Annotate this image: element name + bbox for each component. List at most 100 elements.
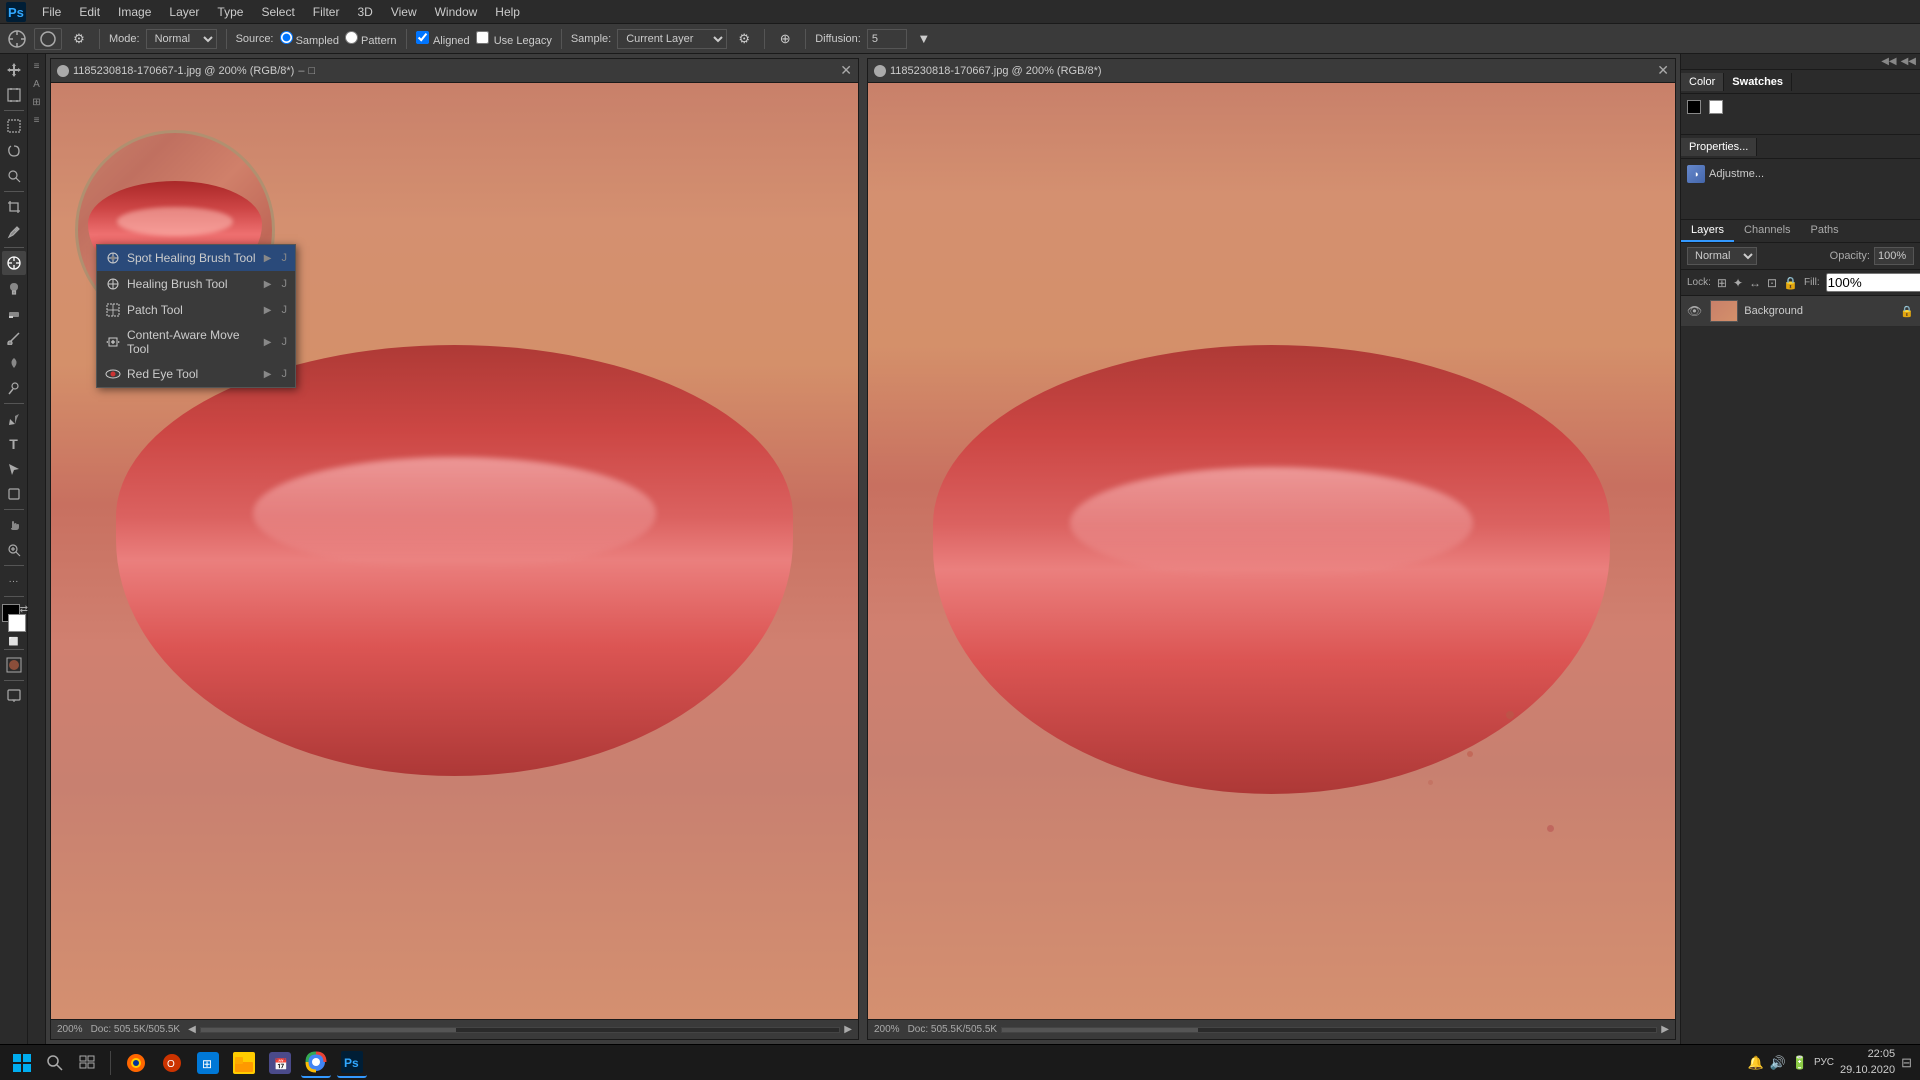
flyout-healing-brush[interactable]: Healing Brush Tool ▶ J (97, 271, 295, 297)
menu-filter[interactable]: Filter (305, 3, 348, 21)
quick-select-tool[interactable] (2, 164, 26, 188)
blend-mode-dropdown[interactable]: Normal Dissolve Multiply (1687, 247, 1757, 265)
doc-1-minimize[interactable]: – (298, 65, 304, 77)
doc-2-nav-right[interactable]: ▶ (1661, 1024, 1669, 1035)
eraser-tool[interactable] (2, 301, 26, 325)
pen-tool[interactable] (2, 407, 26, 431)
menu-layer[interactable]: Layer (161, 3, 207, 21)
crop-tool[interactable] (2, 195, 26, 219)
blur-tool[interactable] (2, 351, 26, 375)
taskbar-store[interactable]: ⊞ (193, 1048, 223, 1078)
menu-file[interactable]: File (34, 3, 69, 21)
menu-3d[interactable]: 3D (349, 3, 380, 21)
paths-tab[interactable]: Paths (1801, 220, 1849, 242)
background-color[interactable] (8, 614, 26, 632)
eyedropper-tool[interactable] (2, 220, 26, 244)
opacity-input[interactable] (1874, 247, 1914, 265)
default-colors[interactable]: ⬜ (9, 637, 19, 646)
menu-image[interactable]: Image (110, 3, 159, 21)
lock-all-icon[interactable]: 🔒 (1783, 276, 1798, 290)
lock-transparent-icon[interactable]: ⊞ (1717, 276, 1727, 290)
swatches-tab[interactable]: Swatches (1724, 73, 1792, 91)
menu-help[interactable]: Help (487, 3, 528, 21)
menu-edit[interactable]: Edit (71, 3, 108, 21)
menu-type[interactable]: Type (209, 3, 251, 21)
doc-1-maximize[interactable]: □ (308, 65, 315, 77)
side-icon-4[interactable]: ≡ (29, 112, 45, 128)
layer-row-background[interactable]: 👁 Background 🔒 (1681, 296, 1920, 327)
taskbar-explorer[interactable] (229, 1048, 259, 1078)
diffusion-input[interactable] (867, 29, 907, 49)
lock-image-icon[interactable]: ✦ (1733, 276, 1743, 290)
menu-view[interactable]: View (383, 3, 425, 21)
aligned-checkbox[interactable] (416, 31, 429, 44)
more-tools[interactable]: ··· (2, 569, 26, 593)
channels-tab[interactable]: Channels (1734, 220, 1800, 242)
healing-brush-tool[interactable] (2, 251, 26, 275)
tray-battery[interactable]: 🔋 (1792, 1055, 1808, 1071)
menu-select[interactable]: Select (253, 3, 302, 21)
fill-input[interactable] (1826, 273, 1920, 292)
tray-action-center[interactable]: ⊟ (1901, 1055, 1912, 1071)
layers-tab[interactable]: Layers (1681, 220, 1734, 242)
lock-position-icon[interactable]: ↔ (1749, 276, 1761, 290)
brush-tool[interactable] (2, 326, 26, 350)
fg-color-swatch[interactable] (1687, 100, 1701, 114)
type-tool[interactable]: T (2, 432, 26, 456)
side-icon-3[interactable]: ⊞ (29, 94, 45, 110)
windows-start-button[interactable] (8, 1049, 36, 1077)
color-tab[interactable]: Color (1681, 73, 1724, 91)
aligned-checkbox-label[interactable]: Aligned (416, 31, 470, 47)
source-pattern-label[interactable]: Pattern (345, 31, 397, 47)
taskbar-app-2[interactable]: O (157, 1048, 187, 1078)
taskbar-calc[interactable]: 📅 (265, 1048, 295, 1078)
source-pattern-radio[interactable] (345, 31, 358, 44)
doc-1-scrollbar[interactable] (200, 1027, 841, 1033)
move-tool[interactable] (2, 58, 26, 82)
use-legacy-checkbox-label[interactable]: Use Legacy (476, 31, 552, 47)
bg-color-swatch[interactable] (1709, 100, 1723, 114)
sample-settings-icon[interactable]: ⚙ (733, 28, 755, 50)
doc-1-nav-right[interactable]: ▶ (844, 1024, 852, 1035)
mode-dropdown[interactable]: Normal Replace Multiply (146, 29, 217, 49)
sample-dropdown[interactable]: Current Layer All Layers Current & Below (617, 29, 727, 49)
zoom-tool[interactable] (2, 538, 26, 562)
panel-collapse-btn[interactable]: ◀◀ (1881, 56, 1896, 67)
menu-window[interactable]: Window (427, 3, 486, 21)
tray-volume[interactable]: 🔊 (1770, 1055, 1786, 1071)
properties-tab[interactable]: Properties... (1681, 138, 1757, 156)
source-sampled-radio[interactable] (280, 31, 293, 44)
adjustments-icon[interactable]: ◑ (1687, 165, 1705, 183)
flyout-patch-tool[interactable]: Patch Tool ▶ J (97, 297, 295, 323)
flyout-spot-healing[interactable]: Spot Healing Brush Tool ▶ J (97, 245, 295, 271)
layer-visibility-icon[interactable]: 👁 (1687, 304, 1702, 318)
marquee-tool[interactable] (2, 114, 26, 138)
diffusion-slider-icon[interactable]: ▼ (913, 28, 935, 50)
lasso-tool[interactable] (2, 139, 26, 163)
side-icon-2[interactable]: A (29, 76, 45, 92)
dodge-tool[interactable] (2, 376, 26, 400)
taskbar-task-view[interactable] (74, 1050, 100, 1076)
shape-tool[interactable] (2, 482, 26, 506)
panel-collapse-btn-2[interactable]: ◀◀ (1901, 56, 1916, 67)
use-legacy-checkbox[interactable] (476, 31, 489, 44)
side-icon-1[interactable]: ≡ (29, 58, 45, 74)
taskbar-chrome[interactable] (301, 1048, 331, 1078)
taskbar-clock[interactable]: 22:05 29.10.2020 (1840, 1047, 1895, 1078)
brush-settings-icon[interactable]: ⚙ (68, 28, 90, 50)
source-sampled-label[interactable]: Sampled (280, 31, 339, 47)
swap-colors[interactable]: ⇄ (20, 604, 28, 615)
doc-2-scrollbar[interactable] (1001, 1027, 1657, 1033)
quick-mask-mode[interactable] (2, 653, 26, 677)
doc-1-close[interactable]: ✕ (840, 62, 852, 79)
clone-overlay-icon[interactable]: ⊕ (774, 28, 796, 50)
lock-artboard-icon[interactable]: ⊡ (1767, 276, 1777, 290)
doc-2-close[interactable]: ✕ (1657, 62, 1669, 79)
taskbar-search[interactable] (42, 1050, 68, 1076)
brush-preset-picker[interactable] (34, 28, 62, 50)
stamp-tool[interactable] (2, 276, 26, 300)
taskbar-ps[interactable]: Ps (337, 1048, 367, 1078)
doc-1-nav-left[interactable]: ◀ (188, 1024, 196, 1035)
path-select-tool[interactable] (2, 457, 26, 481)
screen-mode[interactable] (2, 684, 26, 708)
